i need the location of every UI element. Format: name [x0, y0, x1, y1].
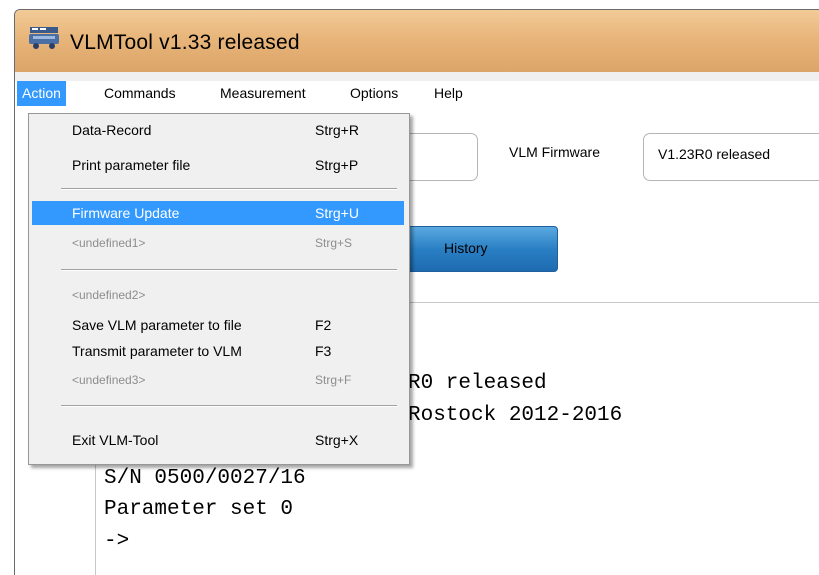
terminal-line: Rostock 2012-2016: [408, 404, 623, 427]
menu-commands[interactable]: Commands: [99, 81, 181, 106]
menu-item-shortcut: Strg+S: [315, 236, 353, 250]
menu-item-shortcut: F2: [315, 317, 332, 333]
menu-options[interactable]: Options: [345, 81, 403, 106]
terminal-line: S/N 0500/0027/16: [104, 467, 306, 490]
history-button[interactable]: History: [407, 226, 558, 272]
terminal-prompt: ->: [104, 530, 130, 553]
window-title: VLMTool v1.33 released: [70, 31, 300, 54]
menu-item-shortcut: Strg+R: [315, 122, 359, 138]
menu-separator: [61, 269, 397, 271]
menu-item-shortcut: Strg+P: [315, 157, 359, 173]
menu-item-label: <undefined2>: [72, 288, 146, 302]
menu-item-label: Data-Record: [72, 122, 152, 138]
app-icon: [29, 27, 59, 49]
menu-separator: [61, 405, 397, 407]
firmware-label: VLM Firmware: [509, 144, 601, 160]
firmware-value: V1.23R0 released: [658, 146, 771, 162]
menu-item-undefined2: <undefined2>: [32, 283, 404, 307]
menu-action[interactable]: Action: [17, 81, 66, 106]
menu-item-undefined1: <undefined1> Strg+S: [32, 231, 404, 255]
menu-item-label: Exit VLM-Tool: [72, 432, 159, 448]
menu-item-shortcut: Strg+F: [315, 373, 352, 387]
menu-item-firmware-update[interactable]: Firmware Update Strg+U: [32, 201, 404, 225]
menu-item-shortcut: Strg+U: [315, 205, 359, 221]
menu-item-label: Print parameter file: [72, 157, 191, 173]
menu-item-label: Transmit parameter to VLM: [72, 343, 242, 359]
menu-measurement[interactable]: Measurement: [215, 81, 311, 106]
menu-item-undefined3: <undefined3> Strg+F: [32, 368, 404, 392]
status-field: [409, 133, 478, 181]
menu-item-label: <undefined3>: [72, 373, 146, 387]
title-bar[interactable]: VLMTool v1.33 released: [15, 10, 819, 72]
menu-item-label: Firmware Update: [72, 205, 180, 221]
menu-item-data-record[interactable]: Data-Record Strg+R: [32, 118, 404, 142]
menu-bar: Action Commands Measurement Options Help: [15, 81, 819, 106]
menu-item-save-vlm-parameter[interactable]: Save VLM parameter to file F2: [32, 313, 404, 337]
menu-separator: [61, 188, 397, 190]
menu-item-label: <undefined1>: [72, 236, 146, 250]
terminal-line: R0 released: [408, 372, 547, 395]
menu-item-shortcut: F3: [315, 343, 332, 359]
history-button-label: History: [444, 240, 488, 256]
menu-item-label: Save VLM parameter to file: [72, 317, 242, 333]
menu-help[interactable]: Help: [429, 81, 468, 106]
terminal-line: Parameter set 0: [104, 498, 294, 521]
menu-item-shortcut: Strg+X: [315, 432, 359, 448]
action-menu-dropdown: Data-Record Strg+R Print parameter file …: [28, 113, 410, 465]
firmware-value-field: V1.23R0 released: [643, 133, 819, 181]
menu-item-print-parameter-file[interactable]: Print parameter file Strg+P: [32, 153, 404, 177]
menu-item-transmit-parameter[interactable]: Transmit parameter to VLM F3: [32, 339, 404, 363]
menu-item-exit[interactable]: Exit VLM-Tool Strg+X: [32, 428, 404, 452]
